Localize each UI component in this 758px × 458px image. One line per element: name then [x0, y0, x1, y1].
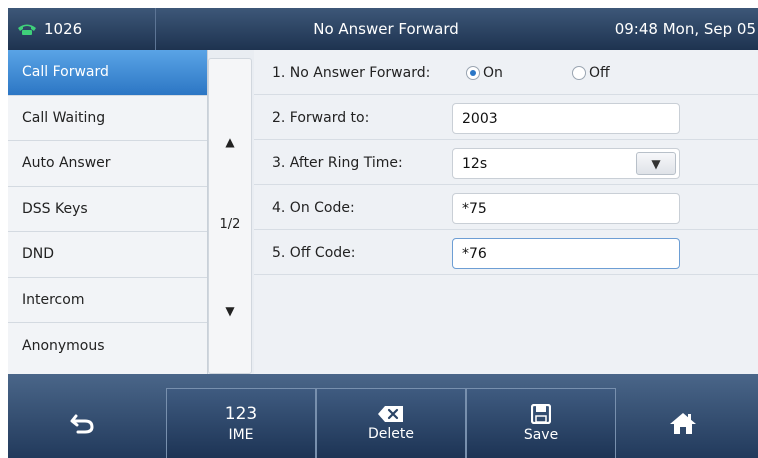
sidebar-item-label: Anonymous: [22, 337, 105, 354]
delete-label: Delete: [368, 426, 414, 442]
sidebar-item-label: Call Forward: [22, 64, 109, 81]
off-code-label: 5. Off Code:: [272, 244, 356, 261]
page-title: No Answer Forward: [313, 20, 459, 38]
sidebar-item-anonymous[interactable]: Anonymous: [8, 323, 207, 369]
home-icon: [670, 413, 696, 434]
ime-button[interactable]: 123 IME: [166, 388, 316, 458]
sidebar-item-dnd[interactable]: DND: [8, 232, 207, 278]
ime-mode-indicator: 123: [224, 404, 258, 424]
back-arrow-icon: [70, 414, 94, 434]
radio-off-label: Off: [589, 64, 610, 81]
row-off-code: 5. Off Code: *76: [254, 230, 758, 275]
chevron-down-icon[interactable]: ▼: [636, 152, 676, 175]
sidebar-item-label: DND: [22, 246, 55, 263]
row-forward-to: 2. Forward to: 2003: [254, 95, 758, 140]
sidebar-item-intercom[interactable]: Intercom: [8, 278, 207, 323]
account-indicator: 1026: [8, 8, 156, 50]
save-label: Save: [523, 427, 559, 443]
row-after-ring-time: 3. After Ring Time: 12s ▼: [254, 140, 758, 185]
backspace-icon: [378, 406, 403, 422]
back-button[interactable]: [8, 388, 158, 458]
radio-on[interactable]: On: [466, 50, 503, 95]
save-icon: [531, 404, 551, 424]
after-ring-time-value: 12s: [462, 155, 488, 172]
sidebar-item-label: DSS Keys: [22, 200, 88, 217]
settings-form: 1. No Answer Forward: On Off 2. Forward …: [254, 50, 758, 374]
sidebar: Call Forward Call Waiting Auto Answer DS…: [8, 50, 208, 374]
page-indicator: 1/2: [219, 217, 241, 232]
save-button[interactable]: Save: [466, 388, 616, 458]
sidebar-item-call-forward[interactable]: Call Forward: [8, 50, 207, 96]
radio-on-label: On: [483, 64, 503, 81]
home-button[interactable]: [608, 388, 758, 458]
page-down-icon[interactable]: ▼: [209, 304, 251, 318]
row-on-code: 4. On Code: *75: [254, 185, 758, 230]
after-ring-time-select[interactable]: 12s ▼: [452, 148, 680, 179]
softkey-bar: 123 IME Delete Save: [8, 374, 758, 458]
phone-screen: 1026 No Answer Forward 09:48 Mon, Sep 05…: [8, 8, 758, 458]
radio-off-indicator[interactable]: [572, 65, 586, 80]
sidebar-item-auto-answer[interactable]: Auto Answer: [8, 141, 207, 187]
forward-to-label: 2. Forward to:: [272, 109, 370, 126]
status-bar: 1026 No Answer Forward 09:48 Mon, Sep 05: [8, 8, 758, 50]
sidebar-item-label: Auto Answer: [22, 155, 111, 172]
off-code-input[interactable]: *76: [452, 238, 680, 269]
after-ring-time-label: 3. After Ring Time:: [272, 154, 403, 171]
row-no-answer-forward: 1. No Answer Forward: On Off: [254, 50, 758, 95]
on-code-input[interactable]: *75: [452, 193, 680, 224]
sidebar-item-dss-keys[interactable]: DSS Keys: [8, 187, 207, 232]
no-answer-forward-label: 1. No Answer Forward:: [272, 64, 431, 81]
ime-label: IME: [228, 427, 254, 443]
clock: 09:48 Mon, Sep 05: [614, 20, 756, 38]
radio-on-indicator[interactable]: [466, 65, 480, 80]
page-up-icon[interactable]: ▲: [209, 135, 251, 149]
delete-button[interactable]: Delete: [316, 388, 466, 458]
on-code-label: 4. On Code:: [272, 199, 355, 216]
radio-off[interactable]: Off: [572, 50, 610, 95]
account-number: 1026: [44, 20, 83, 38]
page-scroller: ▲ 1/2 ▼: [208, 58, 252, 374]
sidebar-item-call-waiting[interactable]: Call Waiting: [8, 96, 207, 141]
sidebar-item-label: Call Waiting: [22, 109, 106, 126]
forward-to-input[interactable]: 2003: [452, 103, 680, 134]
phone-icon: [18, 24, 36, 35]
sidebar-item-label: Intercom: [22, 291, 85, 308]
